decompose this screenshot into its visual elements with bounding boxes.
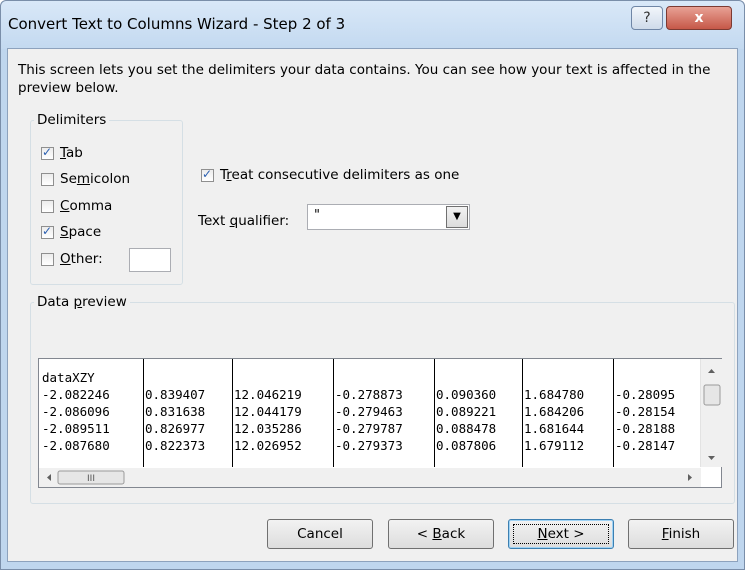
preview-cell: 0.088478 [436, 421, 497, 436]
semicolon-checkbox[interactable] [41, 173, 54, 186]
preview-cell: 0.089221 [436, 404, 497, 419]
column-break-line[interactable] [613, 359, 614, 467]
scroll-right-arrow-icon[interactable] [688, 474, 692, 481]
preview-horizontal-scrollbar[interactable]: III [39, 468, 701, 487]
window-title: Convert Text to Columns Wizard - Step 2 … [8, 15, 346, 33]
preview-cell: -0.28095 [615, 387, 676, 402]
data-preview-label: Data preview [34, 294, 130, 310]
preview-cell: -0.279463 [335, 404, 403, 419]
tab-label: Tab [60, 145, 83, 161]
space-checkbox[interactable] [41, 224, 54, 239]
text-qualifier-value: " [314, 208, 320, 223]
space-label: Space [60, 224, 102, 240]
preview-cell: -0.279373 [335, 438, 403, 453]
other-label: Other: [60, 251, 103, 267]
preview-cell: -0.28147 [615, 438, 676, 453]
finish-button[interactable]: Finish [628, 519, 734, 549]
preview-cell: 0.822373 [145, 438, 206, 453]
preview-cell: -2.089511 [42, 421, 110, 436]
preview-cell: 1.681644 [524, 421, 585, 436]
cancel-button[interactable]: Cancel [267, 519, 373, 549]
column-break-line[interactable] [434, 359, 435, 467]
preview-cell: 1.684780 [524, 387, 585, 402]
other-delimiter-input[interactable] [129, 248, 171, 272]
preview-cell: -2.082246 [42, 387, 110, 402]
preview-cell: -0.279787 [335, 421, 403, 436]
preview-cell: -2.086096 [42, 404, 110, 419]
preview-cell: 1.684206 [524, 404, 585, 419]
next-button[interactable]: Next > [508, 519, 614, 549]
preview-cell: 0.087806 [436, 438, 497, 453]
preview-cell: 12.046219 [234, 387, 302, 402]
dropdown-arrow-icon[interactable]: ▼ [446, 206, 468, 228]
column-break-line[interactable] [522, 359, 523, 467]
scroll-left-arrow-icon[interactable] [47, 474, 51, 481]
title-bar[interactable]: Convert Text to Columns Wizard - Step 2 … [1, 1, 744, 49]
preview-cell: -0.278873 [335, 387, 403, 402]
preview-cell: dataXZY [42, 370, 95, 385]
preview-cell: -0.28188 [615, 421, 676, 436]
preview-vertical-scrollbar[interactable] [700, 359, 722, 467]
help-button[interactable]: ? [631, 6, 663, 30]
preview-cell: 12.035286 [234, 421, 302, 436]
preview-cell: 0.839407 [145, 387, 206, 402]
comma-label: Comma [60, 198, 113, 214]
back-button[interactable]: < Back [388, 519, 494, 549]
instructions-text: This screen lets you set the delimiters … [18, 62, 711, 96]
comma-checkbox[interactable] [41, 200, 54, 213]
preview-cell: 0.831638 [145, 404, 206, 419]
preview-cell: 12.044179 [234, 404, 302, 419]
focus-rectangle [513, 524, 609, 544]
vertical-scroll-thumb[interactable] [703, 384, 721, 406]
other-checkbox[interactable] [41, 253, 54, 266]
close-button[interactable]: x [666, 6, 732, 30]
text-qualifier-label: Text qualifier: [198, 213, 290, 229]
delimiters-group-label: Delimiters [34, 112, 110, 128]
column-break-line[interactable] [232, 359, 233, 467]
preview-cell: 0.090360 [436, 387, 497, 402]
preview-cell: 1.679112 [524, 438, 585, 453]
consecutive-label: Treat consecutive delimiters as one [220, 167, 460, 183]
consecutive-checkbox[interactable] [201, 167, 214, 182]
text-qualifier-select[interactable]: " ▼ [307, 204, 470, 230]
preview-cell: -0.28154 [615, 404, 676, 419]
scroll-up-arrow-icon[interactable] [708, 369, 715, 373]
preview-cell: 12.026952 [234, 438, 302, 453]
scroll-grip-icon: III [87, 474, 95, 484]
scroll-down-arrow-icon[interactable] [708, 456, 715, 460]
preview-cell: -2.087680 [42, 438, 110, 453]
preview-cell: 0.826977 [145, 421, 206, 436]
column-break-line[interactable] [333, 359, 334, 467]
tab-checkbox[interactable] [41, 145, 54, 160]
semicolon-label: Semicolon [60, 171, 131, 187]
horizontal-scrollbar-graphic: III [47, 470, 692, 485]
column-break-line[interactable] [143, 359, 144, 467]
vertical-scrollbar-graphic [703, 369, 721, 460]
